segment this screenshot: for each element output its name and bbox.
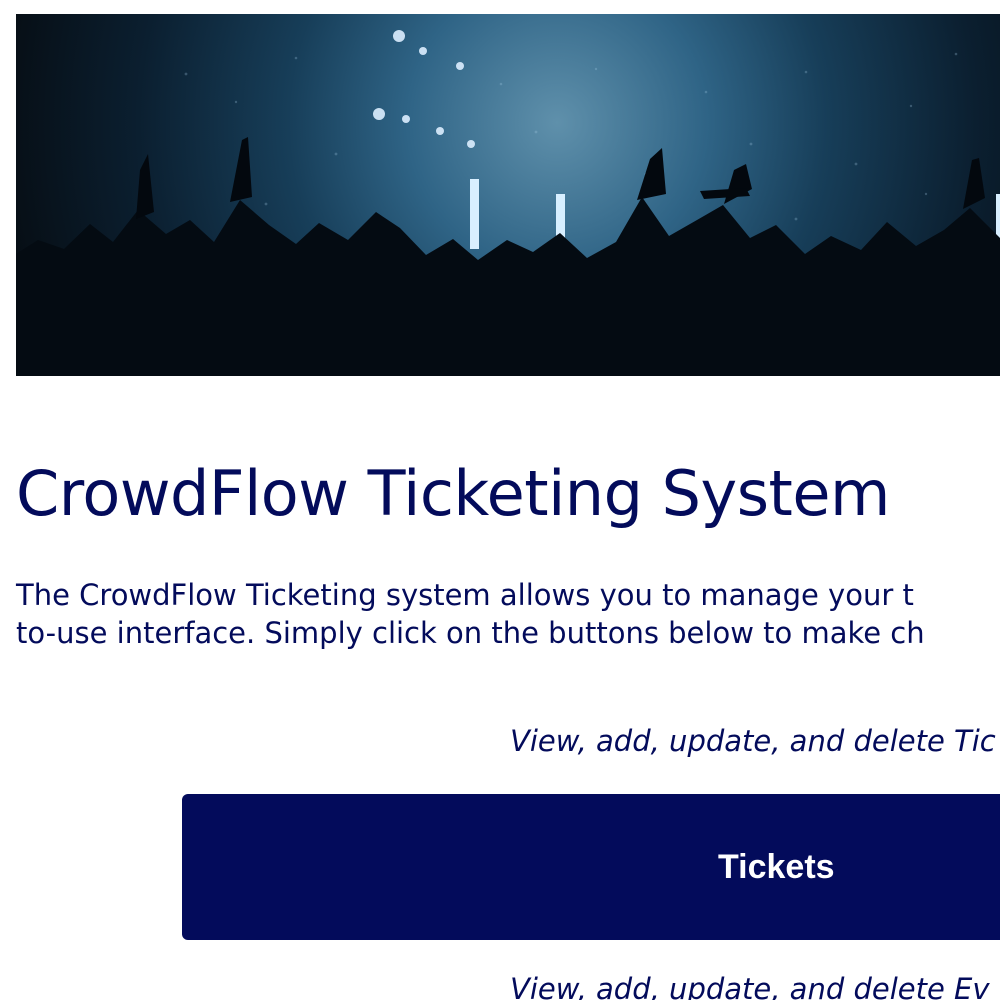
hero-banner bbox=[16, 14, 1000, 376]
page-title: CrowdFlow Ticketing System bbox=[16, 457, 890, 530]
events-section-description: View, add, update, and delete Ev bbox=[510, 972, 990, 1000]
tickets-button[interactable]: Tickets bbox=[182, 794, 1000, 940]
intro-paragraph: The CrowdFlow Ticketing system allows yo… bbox=[16, 576, 1000, 652]
intro-line-2: to-use interface. Simply click on the bu… bbox=[16, 616, 925, 650]
tickets-section-description: View, add, update, and delete Tic bbox=[510, 724, 996, 758]
intro-line-1: The CrowdFlow Ticketing system allows yo… bbox=[16, 578, 914, 612]
concert-crowd-image bbox=[16, 30, 1000, 376]
